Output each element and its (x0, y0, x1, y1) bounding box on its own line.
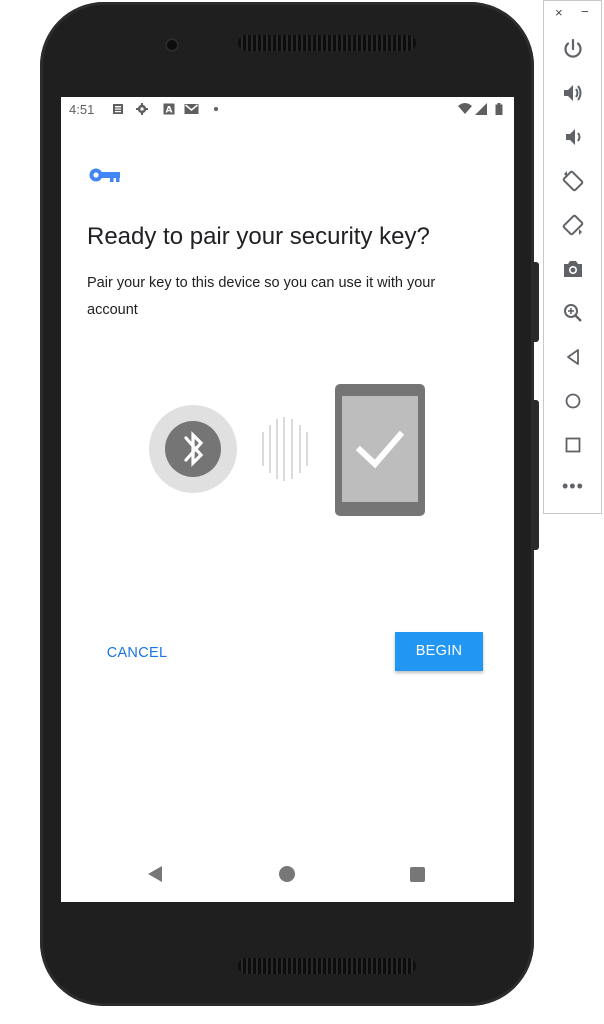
key-icon (89, 168, 120, 182)
news-icon (113, 104, 123, 114)
signal-waves-icon (262, 417, 308, 481)
power-side-button (533, 262, 539, 342)
rotate-left-icon[interactable] (561, 169, 585, 193)
battery-icon (495, 103, 503, 115)
overview-icon[interactable] (561, 433, 585, 457)
power-icon[interactable] (561, 37, 585, 61)
notification-dot-icon (214, 107, 218, 111)
home-icon[interactable] (561, 389, 585, 413)
close-icon[interactable]: × (555, 5, 563, 20)
dialog-description: Pair your key to this device so you can … (87, 275, 436, 318)
bluetooth-icon (149, 405, 237, 493)
front-camera (165, 38, 179, 52)
status-bar: 4:51 A (61, 97, 514, 121)
camera-icon[interactable] (561, 257, 585, 281)
navigation-bar (61, 855, 514, 895)
bottom-speaker (238, 958, 416, 974)
back-icon[interactable] (147, 865, 163, 883)
zoom-icon[interactable] (561, 301, 585, 325)
volume-up-icon[interactable] (561, 81, 585, 105)
begin-button[interactable]: BEGIN (395, 632, 483, 671)
recent-apps-icon[interactable] (410, 867, 425, 882)
signal-icon (475, 103, 487, 115)
cancel-button[interactable]: CANCEL (97, 633, 177, 673)
pairing-illustration (149, 384, 425, 516)
rotate-right-icon[interactable] (561, 213, 585, 237)
back-icon[interactable] (561, 345, 585, 369)
gmail-icon (184, 104, 199, 114)
minimize-icon[interactable]: − (581, 4, 589, 19)
wifi-icon (458, 103, 472, 114)
dialog-title: Ready to pair your security key? (87, 223, 430, 250)
emulator-toolbar: × − ••• (543, 0, 602, 514)
font-icon: A (163, 103, 175, 115)
home-icon[interactable] (279, 866, 295, 882)
status-time: 4:51 (69, 102, 95, 117)
more-options-icon[interactable]: ••• (562, 477, 584, 495)
phone-check-icon (335, 384, 425, 516)
volume-down-icon[interactable] (561, 125, 585, 149)
device-screen: 4:51 A Ready to pair your security key? … (61, 97, 514, 902)
svg-text:A: A (166, 106, 173, 116)
top-speaker (238, 35, 416, 51)
settings-icon (136, 103, 148, 115)
volume-side-button (533, 400, 539, 550)
